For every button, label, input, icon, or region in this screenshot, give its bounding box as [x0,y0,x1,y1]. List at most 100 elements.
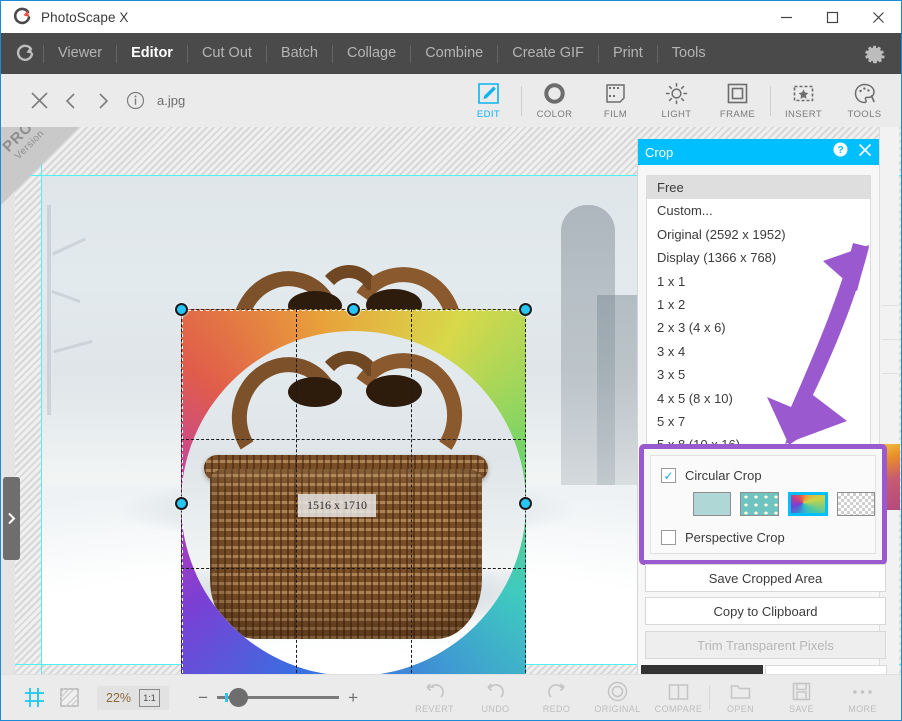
open-folder-icon [730,682,751,702]
window-title: PhotoScape X [41,10,129,25]
tab-edit[interactable]: EDIT [458,74,519,127]
polka-dot-pattern-swatch[interactable] [740,492,778,516]
tab-color[interactable]: COLOR [524,74,585,127]
zoom-slider-knob[interactable] [229,688,248,707]
crop-selection-rect[interactable]: 1516 x 1710 [181,309,526,674]
toolbar-divider [521,86,522,116]
tab-film[interactable]: FILM [585,74,646,127]
save-button: SAVE [771,675,832,721]
crop-size-label: 1516 x 1710 [298,494,376,517]
revert-arrow-icon [424,682,445,702]
palette-icon [853,81,876,106]
ratio-item-1x2[interactable]: 1 x 2 [647,293,870,316]
zoom-one-to-one-button[interactable]: 1:1 [139,689,160,707]
ratio-item-display[interactable]: Display (1366 x 768) [647,246,870,269]
menu-item-combine[interactable]: Combine [411,33,497,74]
more-dots-icon [852,682,873,702]
title-bar: PhotoScape X [1,1,901,33]
close-button[interactable] [855,1,901,33]
zoom-slider-track[interactable] [217,696,339,699]
crop-grid-icon[interactable] [23,687,45,709]
left-panel-expand-handle[interactable] [3,477,20,560]
circular-crop-row[interactable]: ✓ Circular Crop [651,468,875,483]
editor-toolbar: a.jpg EDIT COLOR [1,74,901,127]
help-circle-icon[interactable]: ? [833,142,848,162]
action-label: OPEN [727,704,754,714]
toolbar-divider [770,86,771,116]
menu-item-print[interactable]: Print [599,33,657,74]
gradient-swatch[interactable] [788,492,828,516]
tab-label: FRAME [720,109,755,120]
open-button: OPEN [710,675,771,721]
info-icon[interactable] [119,82,151,120]
ratio-item-5x7[interactable]: 5 x 7 [647,410,870,433]
ratio-item-custom[interactable]: Custom... [647,199,870,222]
copy-to-clipboard-button[interactable]: Copy to Clipboard [645,597,886,625]
crop-handle-middle-left[interactable] [175,497,188,510]
save-cropped-area-button[interactable]: Save Cropped Area [645,564,886,592]
zoom-slider[interactable]: − + [196,688,360,708]
tab-frame[interactable]: FRAME [707,74,768,127]
chevron-left-icon[interactable] [55,82,87,120]
tab-insert[interactable]: INSERT [773,74,834,127]
menu-item-cut-out[interactable]: Cut Out [188,33,266,74]
zoom-percent-label: 22% [106,691,131,705]
crop-ratio-list[interactable]: Free Custom... Original (2592 x 1952) Di… [646,175,871,459]
ratio-item-3x4[interactable]: 3 x 4 [647,340,870,363]
ratio-item-free[interactable]: Free [647,176,870,199]
crop-panel-title: Crop [645,145,673,160]
redo-arrow-icon [546,682,567,702]
menu-item-collage[interactable]: Collage [333,33,410,74]
circular-crop-swatches[interactable] [651,492,875,516]
tab-tools[interactable]: TOOLS [834,74,895,127]
maximize-button[interactable] [809,1,855,33]
menu-item-batch[interactable]: Batch [267,33,332,74]
crop-handle-top-center[interactable] [347,303,360,316]
photoscape-home-icon[interactable] [13,42,37,66]
edit-pencil-icon [477,81,500,106]
tab-label: FILM [604,109,627,120]
chevron-right-icon [7,512,16,525]
close-icon[interactable] [858,143,872,162]
status-bar: 22% 1:1 − + REVERT [1,674,901,720]
menu-item-editor[interactable]: Editor [117,33,187,74]
minimize-button[interactable] [763,1,809,33]
crop-handle-middle-right[interactable] [519,497,532,510]
action-label: REVERT [415,704,454,714]
photoscape-window: PhotoScape X Viewer Editor Cut Out Batch… [0,0,902,721]
edit-tool-tabs: EDIT COLOR FILM [458,74,901,127]
close-icon[interactable] [23,82,55,120]
menu-item-viewer[interactable]: Viewer [44,33,116,74]
ratio-item-3x5[interactable]: 3 x 5 [647,363,870,386]
save-disk-icon [792,682,811,702]
sun-icon [665,81,688,106]
tab-light[interactable]: LIGHT [646,74,707,127]
ratio-item-1x1[interactable]: 1 x 1 [647,270,870,293]
menu-item-create-gif[interactable]: Create GIF [498,33,598,74]
ratio-item-4x5[interactable]: 4 x 5 (8 x 10) [647,387,870,410]
crop-handle-top-left[interactable] [175,303,188,316]
solid-color-swatch[interactable] [693,492,731,516]
chevron-right-icon[interactable] [87,82,119,120]
canvas-guide-vertical [41,127,42,674]
revert-button: REVERT [404,675,465,721]
zoom-level-group[interactable]: 22% 1:1 [97,686,169,710]
original-circle-icon [607,682,628,702]
circular-crop-checkbox[interactable]: ✓ [661,468,676,483]
crop-handle-top-right[interactable] [519,303,532,316]
perspective-crop-checkbox[interactable] [661,530,676,545]
file-name-label: a.jpg [157,93,185,108]
action-label: UNDO [481,704,509,714]
menu-item-tools[interactable]: Tools [658,33,720,74]
gear-icon[interactable] [863,42,887,66]
zoom-controls: 22% 1:1 − + [1,686,360,710]
tree-branch [51,290,80,303]
ratio-item-2x3[interactable]: 2 x 3 (4 x 6) [647,316,870,339]
zoom-out-button[interactable]: − [196,688,210,708]
transparent-checker-swatch[interactable] [837,492,875,516]
transparency-checker-icon[interactable] [58,687,80,709]
ratio-item-original[interactable]: Original (2592 x 1952) [647,223,870,246]
perspective-crop-row[interactable]: Perspective Crop [651,530,875,545]
tab-label: EDIT [477,109,500,120]
zoom-in-button[interactable]: + [346,688,360,708]
